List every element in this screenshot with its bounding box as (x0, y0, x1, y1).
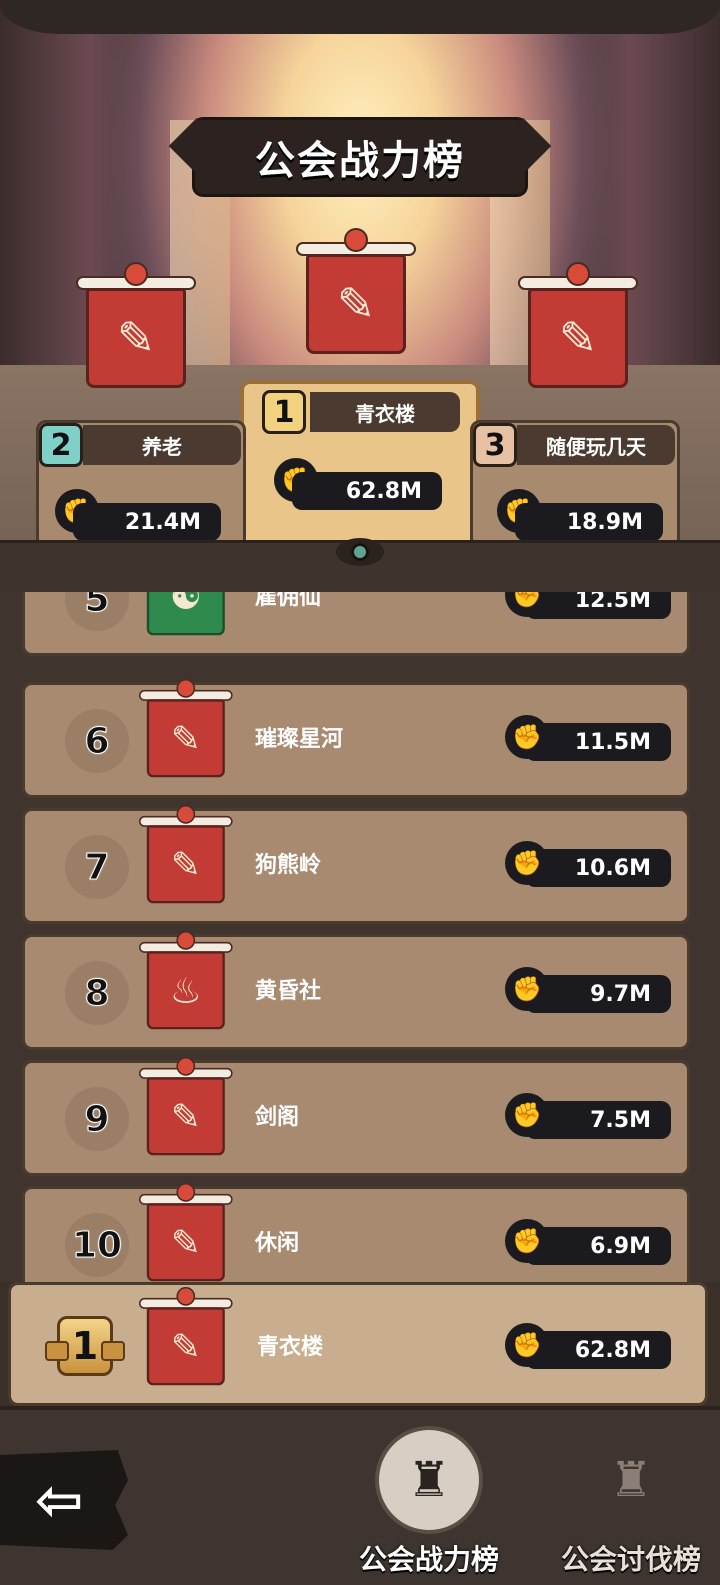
brush-icon: ✎ (146, 825, 225, 904)
banner-knot (566, 262, 590, 286)
guild-power: 21.4M (73, 503, 221, 541)
tab-guild-power[interactable]: ♜ 公会战力榜 (344, 1430, 514, 1580)
rank-number: 9 (65, 1087, 129, 1151)
list-item[interactable]: 6 ✎ 璀璨星河 11.5M ✊ (22, 679, 690, 798)
podium-1-banner[interactable]: ✎ (296, 228, 416, 358)
fist-icon: ✊ (505, 1093, 549, 1137)
guild-power: 62.8M (292, 472, 442, 510)
banner-knot (176, 1057, 196, 1076)
rank-number: 10 (65, 1213, 129, 1277)
list-item[interactable]: 7 ✎ 狗熊岭 10.6M ✊ (22, 805, 690, 924)
rank-medal-icon: 1 (41, 1311, 129, 1381)
yin-yang-icon: ☯ (146, 592, 225, 636)
banner-knot (344, 228, 368, 252)
ranking-list[interactable]: 5 ☯ 雇佣仙 12.5M ✊ 6 ✎ 璀璨星河 11.5M ✊ 7 ✎ 狗熊岭… (0, 592, 720, 1282)
podium-second[interactable]: 2 养老 ✊ 21.4M (36, 420, 246, 548)
guild-emblem: ✎ (139, 1287, 233, 1388)
bottom-bar: ⇦ ♜ 公会战力榜 ♜ 公会讨伐榜 (0, 1406, 720, 1585)
guild-name: 青衣楼 (257, 1335, 324, 1360)
fist-icon: ✊ (505, 841, 549, 885)
banner-knot (176, 805, 196, 824)
my-rank: 1 (57, 1316, 113, 1376)
rank-number: 6 (65, 709, 129, 773)
rank-number: 5 (65, 592, 129, 631)
tab-label: 公会讨伐榜 (560, 1543, 701, 1576)
page-title: 公会战力榜 (255, 138, 465, 184)
guild-emblem: ♨ (139, 931, 233, 1032)
list-item[interactable]: 8 ♨ 黄昏社 9.7M ✊ (22, 931, 690, 1050)
my-guild-row[interactable]: 1 ✎ 青衣楼 62.8M ✊ (8, 1282, 708, 1406)
podium-third[interactable]: 3 随便玩几天 ✊ 18.9M (470, 420, 680, 548)
guild-name: 青衣楼 (310, 392, 460, 432)
fist-icon: ✊ (505, 1323, 549, 1367)
brush-icon: ✎ (528, 288, 628, 388)
banner-knot (176, 1287, 196, 1306)
rank-badge: 2 (39, 423, 83, 467)
banner-knot (176, 931, 196, 950)
top-frame (0, 0, 720, 34)
guild-name: 剑阁 (255, 1105, 300, 1130)
podium-first[interactable]: 1 青衣楼 ✊ 62.8M (240, 380, 480, 550)
banner-knot (176, 679, 196, 698)
list-item[interactable]: 10 ✎ 休闲 6.9M ✊ (22, 1183, 690, 1282)
brush-icon: ✎ (146, 699, 225, 778)
podium-2-banner[interactable]: ✎ (76, 262, 196, 392)
back-button[interactable]: ⇦ (0, 1450, 128, 1550)
brush-icon: ✎ (146, 1203, 225, 1282)
throne-icon: ♜ (379, 1430, 479, 1530)
banner-knot (124, 262, 148, 286)
title-plaque: 公会战力榜 (195, 120, 525, 194)
guild-emblem: ✎ (139, 1057, 233, 1158)
fist-icon: ✊ (505, 967, 549, 1011)
tab-guild-war[interactable]: ♜ 公会讨伐榜 (546, 1430, 716, 1580)
guild-name: 雇佣仙 (255, 592, 322, 610)
fist-icon: ✊ (505, 1219, 549, 1263)
brush-icon: ✎ (86, 288, 186, 388)
list-item[interactable]: 9 ✎ 剑阁 7.5M ✊ (22, 1057, 690, 1176)
guild-emblem: ✎ (139, 679, 233, 780)
podium-3-banner[interactable]: ✎ (518, 262, 638, 392)
fist-icon: ✊ (505, 715, 549, 759)
throne-icon: ♜ (609, 1452, 653, 1508)
guild-name: 璀璨星河 (255, 727, 344, 752)
guild-name: 养老 (83, 425, 241, 465)
rank-number: 7 (65, 835, 129, 899)
list-item[interactable]: 5 ☯ 雇佣仙 12.5M ✊ (22, 592, 690, 656)
brush-icon: ✎ (146, 1077, 225, 1156)
guild-emblem: ✎ (139, 1183, 233, 1282)
guild-name: 狗熊岭 (255, 853, 322, 878)
tab-label: 公会战力榜 (358, 1543, 499, 1576)
guild-emblem: ✎ (139, 805, 233, 906)
guild-name: 休闲 (255, 1231, 300, 1256)
arrow-left-icon: ⇦ (34, 1466, 84, 1534)
rank-badge: 3 (473, 423, 517, 467)
rank-number: 8 (65, 961, 129, 1025)
brush-icon: ✎ (306, 254, 406, 354)
guild-power: 18.9M (515, 503, 663, 541)
brush-icon: ✎ (146, 1307, 225, 1386)
banner-knot (176, 1183, 196, 1202)
stage-background: 公会战力榜 ✎ ✎ ✎ 1 青衣楼 ✊ 62.8M 2 养老 ✊ 21.4M 3… (0, 0, 720, 600)
rank-badge: 1 (262, 390, 306, 434)
eye-ornament-icon (336, 538, 384, 566)
flame-icon: ♨ (146, 951, 225, 1030)
guild-emblem: ☯ (139, 592, 233, 638)
guild-name: 黄昏社 (255, 979, 322, 1004)
guild-name: 随便玩几天 (517, 425, 675, 465)
